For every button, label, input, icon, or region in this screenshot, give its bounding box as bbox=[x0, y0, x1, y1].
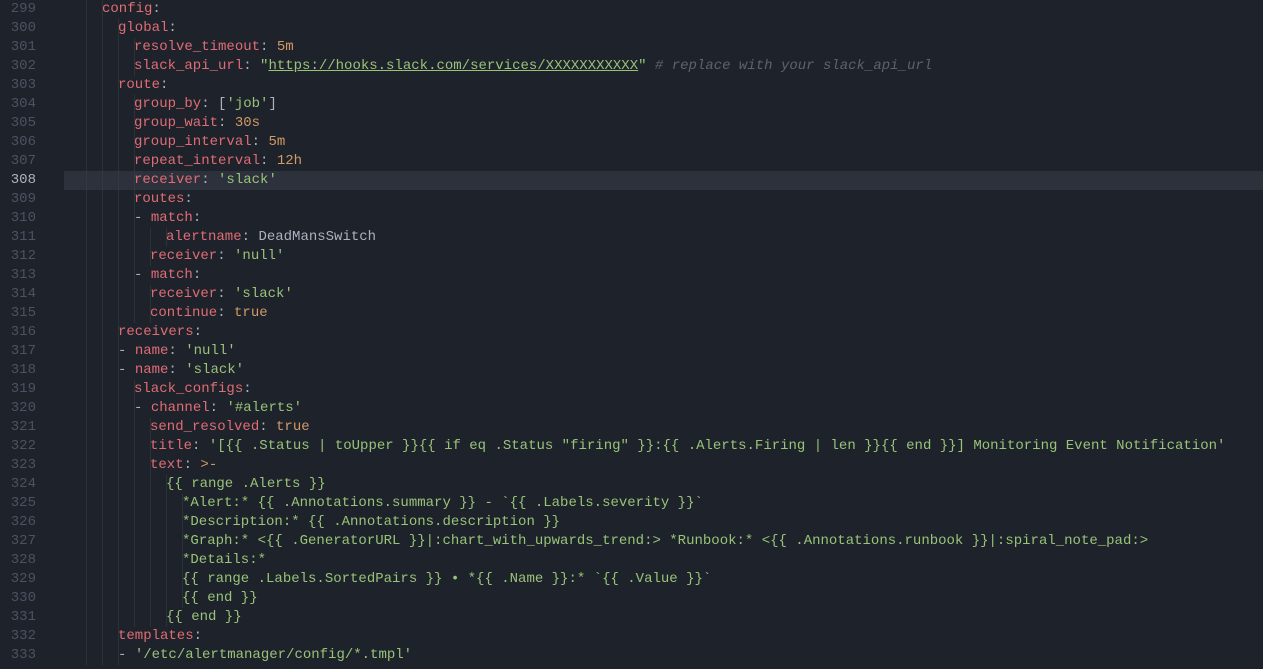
line-number: 316 bbox=[10, 323, 36, 342]
line-number: 314 bbox=[10, 285, 36, 304]
line-number: 305 bbox=[10, 114, 36, 133]
code-line[interactable]: *Alert:* {{ .Annotations.summary }} - `{… bbox=[64, 494, 1263, 513]
code-line[interactable]: *Description:* {{ .Annotations.descripti… bbox=[64, 513, 1263, 532]
code-area[interactable]: config:global:resolve_timeout: 5mslack_a… bbox=[64, 0, 1263, 669]
line-number: 332 bbox=[10, 627, 36, 646]
line-number: 304 bbox=[10, 95, 36, 114]
code-line[interactable]: config: bbox=[64, 0, 1263, 19]
code-line[interactable]: alertname: DeadMansSwitch bbox=[64, 228, 1263, 247]
code-line[interactable]: continue: true bbox=[64, 304, 1263, 323]
line-number: 307 bbox=[10, 152, 36, 171]
code-line[interactable]: repeat_interval: 12h bbox=[64, 152, 1263, 171]
line-number: 318 bbox=[10, 361, 36, 380]
line-number: 326 bbox=[10, 513, 36, 532]
code-line[interactable]: global: bbox=[64, 19, 1263, 38]
code-line[interactable]: receiver: 'null' bbox=[64, 247, 1263, 266]
code-line[interactable]: - match: bbox=[64, 209, 1263, 228]
line-number: 329 bbox=[10, 570, 36, 589]
code-line[interactable]: group_wait: 30s bbox=[64, 114, 1263, 133]
line-number: 325 bbox=[10, 494, 36, 513]
line-number: 301 bbox=[10, 38, 36, 57]
line-number: 327 bbox=[10, 532, 36, 551]
code-line[interactable]: - name: 'null' bbox=[64, 342, 1263, 361]
line-number: 322 bbox=[10, 437, 36, 456]
code-line[interactable]: *Graph:* <{{ .GeneratorURL }}|:chart_wit… bbox=[64, 532, 1263, 551]
code-line[interactable]: send_resolved: true bbox=[64, 418, 1263, 437]
line-number: 315 bbox=[10, 304, 36, 323]
code-line[interactable]: - match: bbox=[64, 266, 1263, 285]
code-line[interactable]: *Details:* bbox=[64, 551, 1263, 570]
code-line[interactable]: group_by: ['job'] bbox=[64, 95, 1263, 114]
code-line[interactable]: - channel: '#alerts' bbox=[64, 399, 1263, 418]
line-number: 302 bbox=[10, 57, 36, 76]
line-number: 323 bbox=[10, 456, 36, 475]
line-number: 310 bbox=[10, 209, 36, 228]
line-number: 311 bbox=[10, 228, 36, 247]
line-number: 308 bbox=[10, 171, 36, 190]
code-line[interactable]: group_interval: 5m bbox=[64, 133, 1263, 152]
code-line[interactable]: receiver: 'slack' bbox=[64, 171, 1263, 190]
line-number: 303 bbox=[10, 76, 36, 95]
line-number: 330 bbox=[10, 589, 36, 608]
line-number: 299 bbox=[10, 0, 36, 19]
code-line[interactable]: {{ range .Labels.SortedPairs }} • *{{ .N… bbox=[64, 570, 1263, 589]
line-number: 313 bbox=[10, 266, 36, 285]
code-editor[interactable]: 2993003013023033043053063073083093103113… bbox=[0, 0, 1263, 669]
code-line[interactable]: {{ end }} bbox=[64, 589, 1263, 608]
line-number-gutter: 2993003013023033043053063073083093103113… bbox=[0, 0, 52, 669]
line-number: 319 bbox=[10, 380, 36, 399]
line-number: 320 bbox=[10, 399, 36, 418]
line-number: 309 bbox=[10, 190, 36, 209]
code-line[interactable]: {{ range .Alerts }} bbox=[64, 475, 1263, 494]
code-line[interactable]: {{ end }} bbox=[64, 608, 1263, 627]
line-number: 324 bbox=[10, 475, 36, 494]
code-line[interactable]: title: '[{{ .Status | toUpper }}{{ if eq… bbox=[64, 437, 1263, 456]
line-number: 321 bbox=[10, 418, 36, 437]
code-line[interactable]: route: bbox=[64, 76, 1263, 95]
line-number: 312 bbox=[10, 247, 36, 266]
line-number: 333 bbox=[10, 646, 36, 665]
code-line[interactable]: templates: bbox=[64, 627, 1263, 646]
fold-column bbox=[52, 0, 64, 669]
line-number: 331 bbox=[10, 608, 36, 627]
line-number: 300 bbox=[10, 19, 36, 38]
code-line[interactable]: - name: 'slack' bbox=[64, 361, 1263, 380]
line-number: 317 bbox=[10, 342, 36, 361]
line-number: 328 bbox=[10, 551, 36, 570]
code-line[interactable]: resolve_timeout: 5m bbox=[64, 38, 1263, 57]
line-number: 306 bbox=[10, 133, 36, 152]
code-line[interactable]: - '/etc/alertmanager/config/*.tmpl' bbox=[64, 646, 1263, 665]
code-line[interactable]: receiver: 'slack' bbox=[64, 285, 1263, 304]
code-line[interactable]: receivers: bbox=[64, 323, 1263, 342]
code-line[interactable]: slack_configs: bbox=[64, 380, 1263, 399]
code-line[interactable]: routes: bbox=[64, 190, 1263, 209]
code-line[interactable]: text: >- bbox=[64, 456, 1263, 475]
code-line[interactable]: slack_api_url: "https://hooks.slack.com/… bbox=[64, 57, 1263, 76]
